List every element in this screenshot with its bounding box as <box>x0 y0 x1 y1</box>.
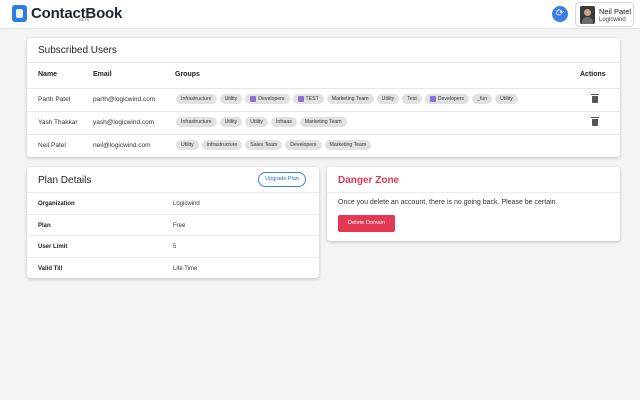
group-icon <box>297 96 304 102</box>
group-chip[interactable]: Test <box>402 94 422 104</box>
group-chip-label: TEST <box>305 96 319 102</box>
plan-detail-row: Organization Logicwind <box>27 192 319 213</box>
group-chips: Infrastructure Utility Utility Infraas Marke… <box>176 117 347 127</box>
danger-zone-title: Danger Zone <box>338 175 400 186</box>
group-chip[interactable]: Infrastructure <box>176 117 217 127</box>
table-row: Parth Patel parth@logicwind.com Infrastruc… <box>27 89 620 111</box>
group-chip-label: Utility <box>381 96 395 102</box>
group-chip[interactable]: Infraas <box>270 117 297 127</box>
user-name-cell: Parth Patel <box>38 96 71 103</box>
column-header-groups: Groups <box>175 71 200 78</box>
plan-detail-label: Valid Till <box>38 265 63 272</box>
group-chip-label: Sales Team <box>250 142 278 148</box>
delete-domain-button[interactable]: Delete Domain <box>338 215 395 232</box>
user-menu[interactable]: Neil Patel Logicwind <box>575 2 634 27</box>
group-chips: Infrastructure Utility Developers TEST Marke… <box>176 94 518 104</box>
user-org: Logicwind <box>599 17 626 23</box>
divider <box>327 192 620 193</box>
group-chip[interactable]: Developers <box>285 140 322 150</box>
plan-detail-value: Free <box>173 222 186 229</box>
group-chip[interactable]: Developers <box>424 94 470 104</box>
plan-detail-label: Plan <box>38 222 51 229</box>
plan-detail-row: User Limit 5 <box>27 235 319 256</box>
plan-detail-row: Plan Free <box>27 213 319 235</box>
user-email-cell: neil@logicwind.com <box>93 142 151 149</box>
group-icon <box>429 96 436 102</box>
group-chip-label: _fun <box>477 96 488 102</box>
group-chips: Utility Infrastructure Sales Team Developer… <box>176 140 372 150</box>
group-chip[interactable]: Infrastructure <box>201 140 243 150</box>
beta-badge: BETA <box>79 17 90 22</box>
group-chip-label: Utility <box>500 96 513 102</box>
danger-zone-message: Once you delete an account, there is no … <box>338 199 558 206</box>
group-chip[interactable]: Infrastructure <box>176 94 217 104</box>
top-bar: ContactBook BETA ⟳ Neil Patel Logicwind <box>0 0 640 29</box>
plan-detail-value: Life Time <box>173 265 198 272</box>
group-chip[interactable]: Utility <box>495 94 518 104</box>
group-chip[interactable]: Utility <box>376 94 400 104</box>
group-chip[interactable]: Developers <box>245 94 290 104</box>
group-chip-label: Test <box>407 96 417 102</box>
group-chip-label: Developers <box>290 142 317 148</box>
group-chip[interactable]: Utility <box>219 117 243 127</box>
group-chip[interactable]: Marketing Team <box>299 117 347 127</box>
group-chip[interactable]: Utility <box>245 117 268 127</box>
group-chip-label: Developers <box>437 96 465 102</box>
delete-user-icon[interactable] <box>591 117 599 126</box>
group-chip-label: Utility <box>224 119 238 125</box>
table-row: Yash Thakkar yash@logicwind.com Infrastruc… <box>27 112 620 134</box>
group-chip[interactable]: _fun <box>472 94 493 104</box>
plan-detail-label: User Limit <box>38 244 68 250</box>
user-name-cell: Yash Thakkar <box>38 119 78 126</box>
group-chip[interactable]: Utility <box>176 140 199 150</box>
delete-user-icon[interactable] <box>591 94 599 103</box>
group-chip-label: Infrastructure <box>181 96 212 102</box>
user-email-cell: parth@logicwind.com <box>93 96 156 103</box>
column-header-email: Email <box>93 71 112 78</box>
group-chip-label: Utility <box>250 119 263 125</box>
group-chip-label: Marketing Team <box>331 96 369 102</box>
refresh-icon: ⟳ <box>555 8 565 19</box>
upgrade-plan-button[interactable]: Upgrade Plan <box>258 172 306 187</box>
app-logo[interactable]: ContactBook <box>12 5 122 22</box>
group-chip-label: Marketing Team <box>329 142 367 148</box>
contact-book-icon <box>12 5 27 22</box>
column-header-actions: Actions <box>580 71 606 78</box>
group-chip[interactable]: Marketing Team <box>326 94 374 104</box>
group-icon <box>250 96 257 102</box>
group-chip[interactable]: Sales Team <box>245 140 283 150</box>
user-email-cell: yash@logicwind.com <box>93 119 155 126</box>
group-chip-label: Infraas <box>275 119 292 125</box>
group-chip-label: Marketing Team <box>304 119 342 125</box>
plan-detail-label: Organization <box>38 201 75 207</box>
group-chip-label: Infrastructure <box>206 142 238 148</box>
group-chip[interactable]: TEST <box>292 94 324 104</box>
column-header-name: Name <box>38 71 58 78</box>
group-chip[interactable]: Marketing Team <box>324 140 372 150</box>
user-name: Neil Patel <box>599 7 632 16</box>
refresh-button[interactable]: ⟳ <box>552 6 568 22</box>
plan-detail-value: 5 <box>173 244 177 250</box>
plan-detail-value: Logicwind <box>173 201 200 207</box>
plan-details-card: Plan Details Upgrade Plan Organization Lo… <box>27 167 319 278</box>
divider <box>27 62 620 63</box>
app-name: ContactBook <box>31 5 123 22</box>
user-name-cell: Neil Patel <box>38 142 66 149</box>
plan-details-title: Plan Details <box>38 175 92 186</box>
avatar <box>580 6 595 24</box>
plan-detail-row: Valid Till Life Time <box>27 256 319 278</box>
table-row: Neil Patel neil@logicwind.com Utility Infra… <box>27 135 620 157</box>
subscribed-users-card: Subscribed Users Name Email Groups Actio… <box>27 38 620 157</box>
group-chip-label: Utility <box>181 142 194 148</box>
group-chip[interactable]: Utility <box>219 94 243 104</box>
group-chip-label: Developers <box>258 96 285 102</box>
subscribed-users-title: Subscribed Users <box>38 45 117 56</box>
group-chip-label: Infrastructure <box>181 119 212 125</box>
danger-zone-card: Danger Zone Once you delete an account, … <box>327 167 620 241</box>
group-chip-label: Utility <box>224 96 238 102</box>
